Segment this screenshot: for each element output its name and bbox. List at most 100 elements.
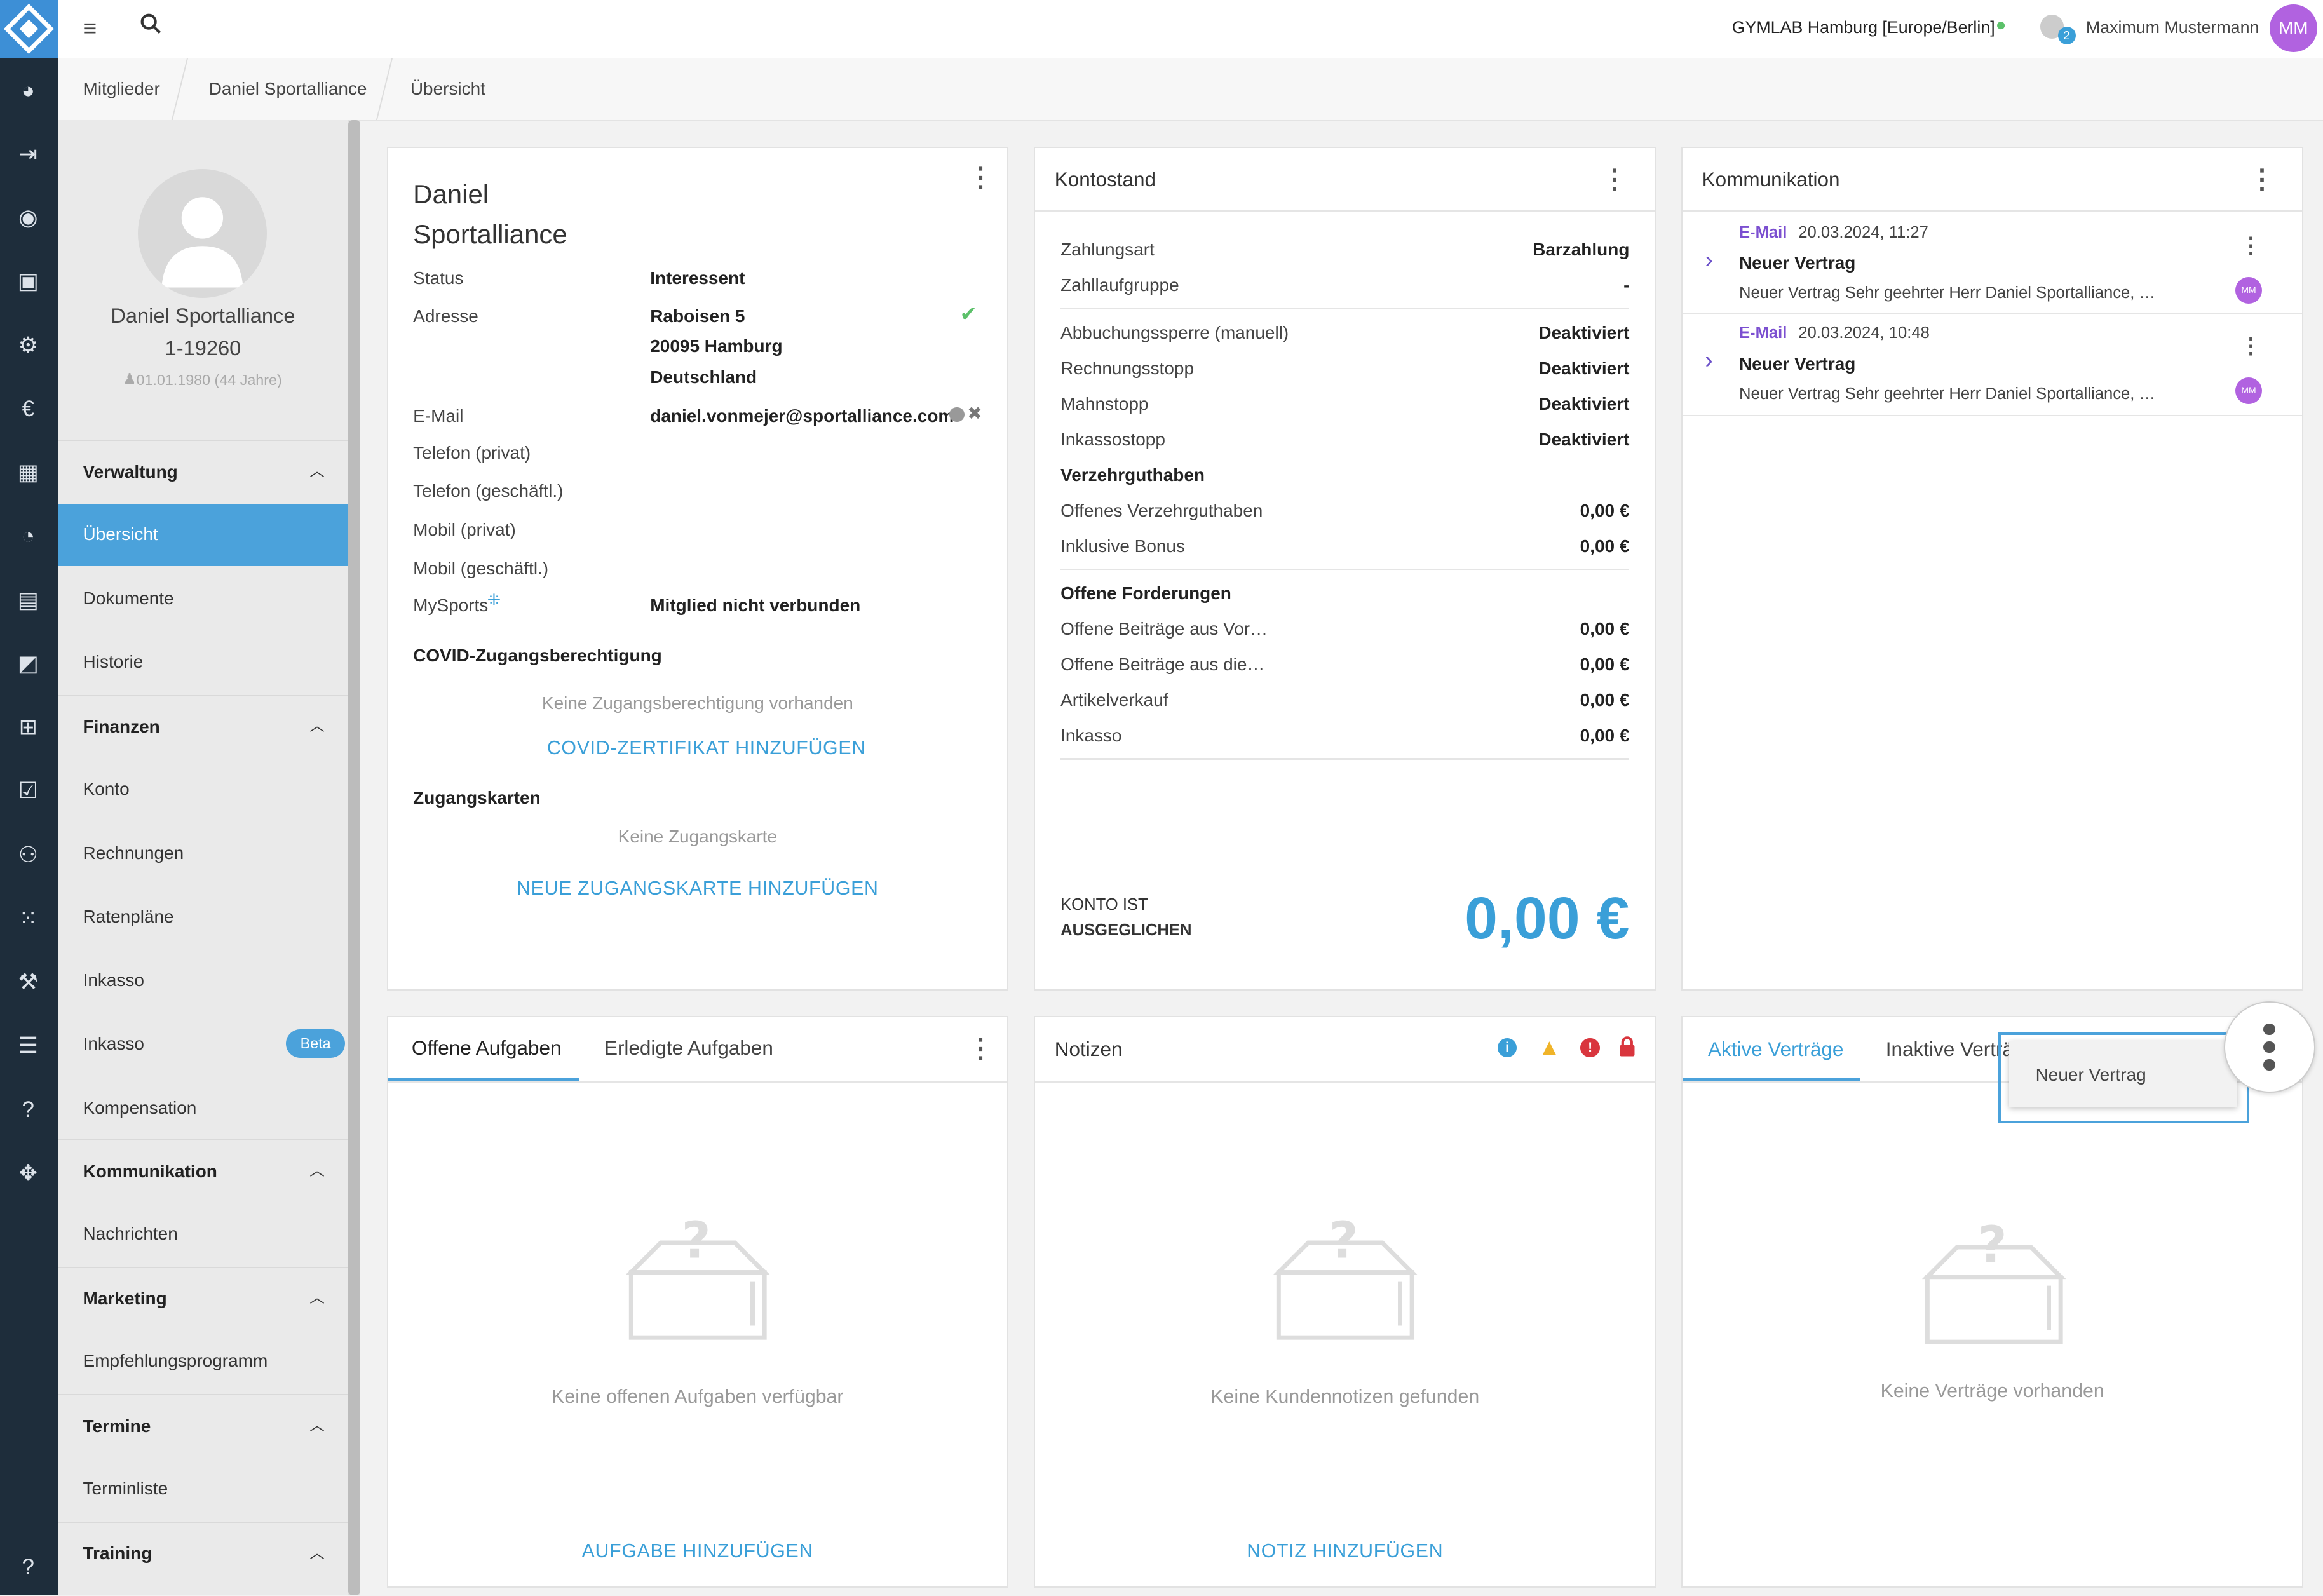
- sidebar-item-historie[interactable]: Historie: [58, 631, 348, 693]
- lock-icon[interactable]: [1619, 1035, 1636, 1057]
- card-title: Notizen: [1054, 1038, 1123, 1061]
- target-icon[interactable]: ◉: [12, 201, 44, 234]
- more-icon[interactable]: ⋮: [967, 164, 994, 191]
- help-icon[interactable]: ?: [12, 1093, 44, 1126]
- notes-empty-text: Keine Kundennotizen gefunden: [1210, 1386, 1480, 1408]
- sidebar-item-konto[interactable]: Konto: [58, 759, 348, 821]
- sidebar-section-kommunikation[interactable]: Kommunikation ︿: [57, 1139, 348, 1203]
- divider: [1683, 210, 2302, 212]
- message-item[interactable]: › E-Mail 20.03.2024, 10:48 Neuer Vertrag…: [1683, 314, 2302, 415]
- divider: [1060, 758, 1630, 760]
- balance-status-line1: KONTO IST: [1060, 896, 1148, 914]
- support-icon[interactable]: ?: [12, 1551, 44, 1583]
- message-date: 20.03.2024, 11:27: [1798, 223, 1928, 241]
- settings-badge-icon[interactable]: ⚙: [12, 329, 44, 362]
- menu-item-new-contract[interactable]: Neuer Vertrag: [2036, 1065, 2146, 1085]
- contracts-empty-text: Keine Verträge vorhanden: [1880, 1380, 2104, 1402]
- sidebar-item-inkasso[interactable]: Inkasso: [58, 950, 348, 1012]
- timer-icon[interactable]: ◔: [12, 520, 44, 552]
- chevron-right-icon[interactable]: ›: [1705, 246, 1712, 273]
- sidebar-section-marketing[interactable]: Marketing ︿: [57, 1266, 348, 1330]
- info-icon[interactable]: i: [1497, 1038, 1517, 1058]
- breadcrumb: Mitglieder Daniel Sportalliance Übersich…: [57, 57, 2323, 121]
- add-note-button[interactable]: NOTIZ HINZUFÜGEN: [1035, 1541, 1655, 1562]
- empty-box-icon: ?: [1273, 1210, 1418, 1344]
- account-row-value: 0,00 €: [1580, 654, 1630, 675]
- breadcrumb-member[interactable]: Daniel Sportalliance: [209, 58, 367, 120]
- move-icon[interactable]: ✥: [12, 1157, 44, 1189]
- dashboard-icon[interactable]: ◕: [12, 74, 44, 107]
- divider: [1060, 308, 1630, 309]
- message-subject: Neuer Vertrag: [1738, 353, 1856, 374]
- sidebar-section-training[interactable]: Training ︿: [57, 1521, 348, 1585]
- contracts-dropdown-menu: Neuer Vertrag: [2008, 1041, 2237, 1107]
- account-row-label: Inklusive Bonus: [1060, 536, 1185, 556]
- account-row-label: Rechnungsstopp: [1060, 358, 1194, 378]
- app-root: ◕ ⇥ ◉ ▣ ⚙ € ▦ ◔ ▤ ◩ ⊞ ☑ ⚇ ⁙ ⚒ ☰ ? ✥ ? ≡ …: [0, 0, 2323, 1596]
- member-card-icon[interactable]: ▣: [12, 265, 44, 297]
- sidebar-item-ratenplaene[interactable]: Ratenpläne: [58, 886, 348, 948]
- sidebar-section-termine[interactable]: Termine ︿: [57, 1394, 348, 1457]
- more-icon[interactable]: ⋮: [2240, 333, 2262, 360]
- studio-selector[interactable]: GYMLAB Hamburg [Europe/Berlin]: [1732, 18, 1995, 37]
- more-icon[interactable]: ⋮: [2240, 233, 2262, 259]
- scrollbar-thumb[interactable]: [348, 119, 360, 1596]
- tab-done-tasks[interactable]: Erledigte Aufgaben: [604, 1037, 773, 1060]
- chat-icon[interactable]: ▤: [12, 584, 44, 616]
- tab-active-contracts[interactable]: Aktive Verträge: [1708, 1038, 1843, 1061]
- email-value[interactable]: daniel.vonmejer@sportalliance.com: [650, 406, 954, 426]
- chart-icon[interactable]: ◩: [12, 647, 44, 680]
- breadcrumb-members[interactable]: Mitglieder: [83, 58, 160, 120]
- euro-icon[interactable]: €: [12, 393, 44, 425]
- cart-icon[interactable]: ⊞: [12, 711, 44, 743]
- tasks-empty-text: Keine offenen Aufgaben verfügbar: [552, 1386, 844, 1408]
- app-logo[interactable]: [0, 0, 58, 58]
- user-avatar[interactable]: MM: [2270, 4, 2317, 52]
- checkin-icon[interactable]: ⇥: [12, 138, 44, 170]
- beta-badge: Beta: [285, 1029, 346, 1058]
- account-row-label: Zahlungsart: [1060, 240, 1155, 260]
- menu-icon[interactable]: ≡: [83, 15, 97, 42]
- grid-icon[interactable]: ⁙: [12, 902, 44, 935]
- sliders-icon[interactable]: ☰: [12, 1029, 44, 1062]
- warning-icon[interactable]: ▲: [1538, 1034, 1561, 1061]
- checkbox-icon[interactable]: ☑: [12, 774, 44, 807]
- field-label: Telefon (geschäftl.): [413, 481, 564, 501]
- sidebar-scrollbar[interactable]: [348, 119, 360, 1596]
- sidebar-section-verwaltung[interactable]: Verwaltung ︿: [57, 440, 348, 503]
- calendar-icon[interactable]: ▦: [12, 456, 44, 489]
- sidebar-section-finanzen[interactable]: Finanzen ︿: [57, 694, 348, 759]
- icon-rail: ◕ ⇥ ◉ ▣ ⚙ € ▦ ◔ ▤ ◩ ⊞ ☑ ⚇ ⁙ ⚒ ☰ ? ✥ ?: [0, 0, 58, 1596]
- user-name[interactable]: Maximum Mustermann: [2086, 18, 2259, 37]
- group-icon[interactable]: ⚇: [12, 839, 44, 871]
- search-icon[interactable]: [139, 12, 163, 36]
- add-covid-certificate-button[interactable]: COVID-ZERTIFIKAT HINZUFÜGEN: [388, 738, 1026, 759]
- message-type: E-Mail: [1738, 223, 1787, 241]
- add-access-card-button[interactable]: NEUE ZUGANGSKARTE HINZUFÜGEN: [388, 878, 1008, 900]
- sidebar-item-inkasso-beta[interactable]: Inkasso Beta: [58, 1013, 348, 1076]
- alert-icon[interactable]: !: [1580, 1038, 1600, 1058]
- more-icon[interactable]: ⋮: [1601, 165, 1628, 193]
- breadcrumb-current: Übersicht: [410, 78, 485, 98]
- contracts-more-button[interactable]: [2223, 1001, 2315, 1093]
- field-label: E-Mail: [413, 405, 464, 426]
- close-icon[interactable]: ✖: [967, 403, 982, 424]
- tab-inactive-contracts[interactable]: Inaktive Verträ: [1886, 1038, 2014, 1061]
- sidebar-item-nachrichten[interactable]: Nachrichten: [58, 1203, 348, 1265]
- sidebar-item-kompensation[interactable]: Kompensation: [58, 1077, 348, 1139]
- more-icon[interactable]: ⋮: [2249, 165, 2275, 193]
- sidebar-item-dokumente[interactable]: Dokumente: [58, 567, 348, 630]
- message-preview: Neuer Vertrag Sehr geehrter Herr Daniel …: [1738, 284, 2156, 302]
- sidebar-item-empfehlungsprogramm[interactable]: Empfehlungsprogramm: [58, 1330, 348, 1393]
- sidebar-item-uebersicht[interactable]: Übersicht: [57, 503, 348, 566]
- tab-open-tasks[interactable]: Offene Aufgaben: [412, 1037, 562, 1060]
- message-item[interactable]: › E-Mail 20.03.2024, 11:27 Neuer Vertrag…: [1683, 213, 2302, 311]
- add-task-button[interactable]: AUFGABE HINZUFÜGEN: [388, 1541, 1008, 1562]
- more-icon[interactable]: ⋮: [967, 1035, 994, 1062]
- account-row-value: Deaktiviert: [1538, 322, 1630, 342]
- chevron-right-icon[interactable]: ›: [1705, 346, 1712, 374]
- chevron-up-icon: ︿: [309, 463, 325, 480]
- tools-icon[interactable]: ⚒: [12, 966, 44, 998]
- sidebar-item-terminliste[interactable]: Terminliste: [58, 1457, 348, 1520]
- sidebar-item-rechnungen[interactable]: Rechnungen: [58, 822, 348, 884]
